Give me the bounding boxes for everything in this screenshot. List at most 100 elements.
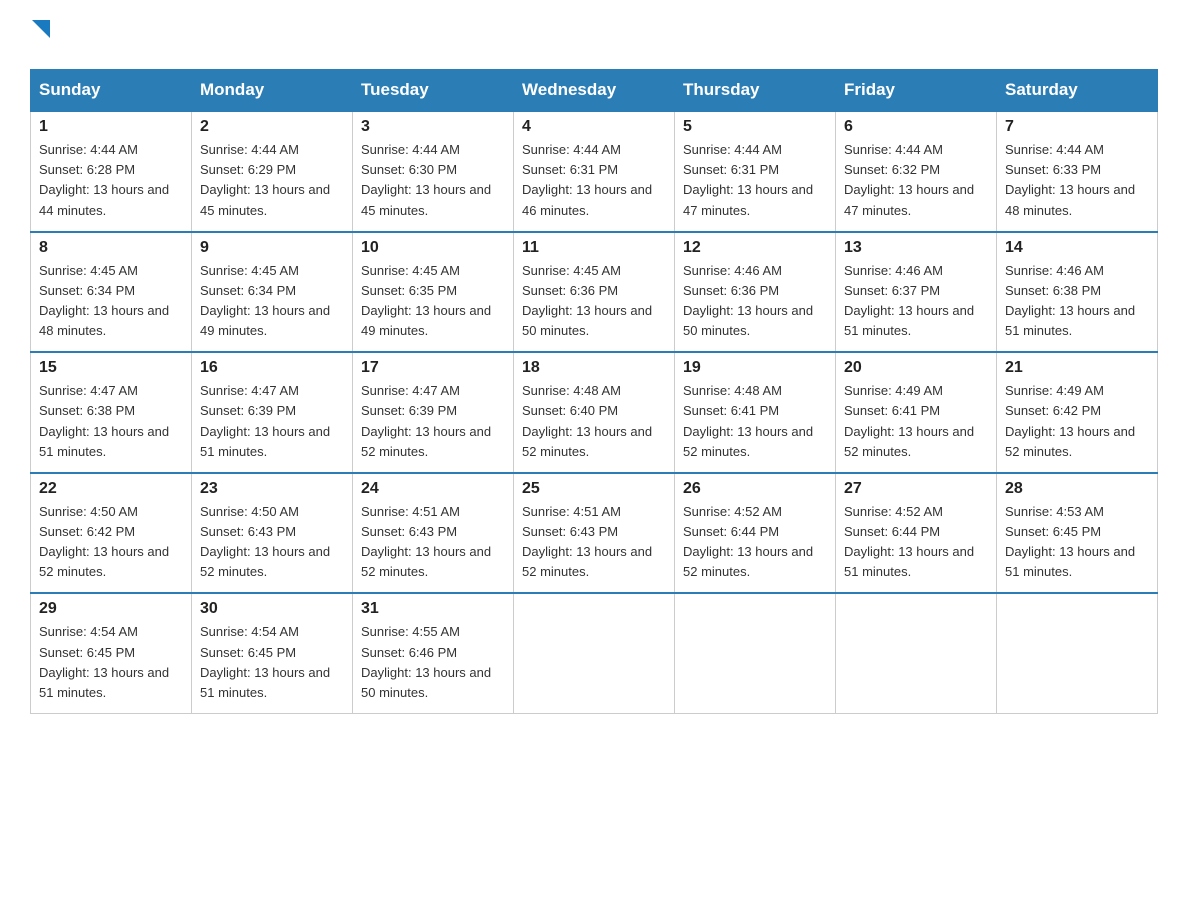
day-info: Sunrise: 4:53 AMSunset: 6:45 PMDaylight:…	[1005, 502, 1149, 583]
calendar-cell	[514, 593, 675, 713]
day-info: Sunrise: 4:46 AMSunset: 6:36 PMDaylight:…	[683, 261, 827, 342]
day-number: 27	[844, 480, 988, 498]
day-number: 7	[1005, 118, 1149, 136]
day-info: Sunrise: 4:48 AMSunset: 6:41 PMDaylight:…	[683, 381, 827, 462]
day-number: 10	[361, 239, 505, 257]
day-info: Sunrise: 4:51 AMSunset: 6:43 PMDaylight:…	[361, 502, 505, 583]
calendar-cell: 16 Sunrise: 4:47 AMSunset: 6:39 PMDayligh…	[192, 352, 353, 473]
day-number: 3	[361, 118, 505, 136]
logo-line2	[30, 20, 54, 49]
day-info: Sunrise: 4:51 AMSunset: 6:43 PMDaylight:…	[522, 502, 666, 583]
day-of-week-header: Friday	[836, 70, 997, 112]
calendar-cell: 14 Sunrise: 4:46 AMSunset: 6:38 PMDayligh…	[997, 232, 1158, 353]
calendar-cell: 3 Sunrise: 4:44 AMSunset: 6:30 PMDaylight…	[353, 111, 514, 232]
calendar-cell: 6 Sunrise: 4:44 AMSunset: 6:32 PMDaylight…	[836, 111, 997, 232]
day-number: 30	[200, 600, 344, 618]
day-number: 22	[39, 480, 183, 498]
day-info: Sunrise: 4:55 AMSunset: 6:46 PMDaylight:…	[361, 622, 505, 703]
day-info: Sunrise: 4:47 AMSunset: 6:39 PMDaylight:…	[361, 381, 505, 462]
calendar-cell: 28Sunrise: 4:53 AMSunset: 6:45 PMDayligh…	[997, 473, 1158, 594]
calendar-cell: 24 Sunrise: 4:51 AMSunset: 6:43 PMDayligh…	[353, 473, 514, 594]
calendar-cell: 4 Sunrise: 4:44 AMSunset: 6:31 PMDaylight…	[514, 111, 675, 232]
day-info: Sunrise: 4:44 AMSunset: 6:33 PMDaylight:…	[1005, 140, 1149, 221]
day-info: Sunrise: 4:44 AMSunset: 6:31 PMDaylight:…	[522, 140, 666, 221]
day-info: Sunrise: 4:45 AMSunset: 6:35 PMDaylight:…	[361, 261, 505, 342]
calendar-cell: 18Sunrise: 4:48 AMSunset: 6:40 PMDayligh…	[514, 352, 675, 473]
day-info: Sunrise: 4:47 AMSunset: 6:38 PMDaylight:…	[39, 381, 183, 462]
day-number: 2	[200, 118, 344, 136]
calendar-cell	[675, 593, 836, 713]
calendar-cell: 21Sunrise: 4:49 AMSunset: 6:42 PMDayligh…	[997, 352, 1158, 473]
calendar-week-row: 15Sunrise: 4:47 AMSunset: 6:38 PMDayligh…	[31, 352, 1158, 473]
day-number: 24	[361, 480, 505, 498]
day-of-week-header: Wednesday	[514, 70, 675, 112]
calendar-cell: 12 Sunrise: 4:46 AMSunset: 6:36 PMDayligh…	[675, 232, 836, 353]
calendar-cell: 5 Sunrise: 4:44 AMSunset: 6:31 PMDaylight…	[675, 111, 836, 232]
day-info: Sunrise: 4:45 AMSunset: 6:36 PMDaylight:…	[522, 261, 666, 342]
day-number: 13	[844, 239, 988, 257]
calendar-cell: 27 Sunrise: 4:52 AMSunset: 6:44 PMDayligh…	[836, 473, 997, 594]
day-of-week-header: Sunday	[31, 70, 192, 112]
calendar-cell: 11 Sunrise: 4:45 AMSunset: 6:36 PMDayligh…	[514, 232, 675, 353]
logo	[30, 20, 54, 49]
day-number: 5	[683, 118, 827, 136]
day-of-week-header: Thursday	[675, 70, 836, 112]
day-info: Sunrise: 4:52 AMSunset: 6:44 PMDaylight:…	[683, 502, 827, 583]
day-info: Sunrise: 4:44 AMSunset: 6:30 PMDaylight:…	[361, 140, 505, 221]
calendar-cell: 8 Sunrise: 4:45 AMSunset: 6:34 PMDaylight…	[31, 232, 192, 353]
day-info: Sunrise: 4:47 AMSunset: 6:39 PMDaylight:…	[200, 381, 344, 462]
calendar-cell: 25 Sunrise: 4:51 AMSunset: 6:43 PMDayligh…	[514, 473, 675, 594]
calendar-week-row: 8 Sunrise: 4:45 AMSunset: 6:34 PMDaylight…	[31, 232, 1158, 353]
calendar-cell: 10 Sunrise: 4:45 AMSunset: 6:35 PMDayligh…	[353, 232, 514, 353]
day-info: Sunrise: 4:49 AMSunset: 6:42 PMDaylight:…	[1005, 381, 1149, 462]
calendar-week-row: 29 Sunrise: 4:54 AMSunset: 6:45 PMDayligh…	[31, 593, 1158, 713]
page-header	[30, 20, 1158, 49]
day-number: 14	[1005, 239, 1149, 257]
calendar-cell: 26 Sunrise: 4:52 AMSunset: 6:44 PMDayligh…	[675, 473, 836, 594]
day-number: 31	[361, 600, 505, 618]
day-number: 4	[522, 118, 666, 136]
calendar-cell: 13 Sunrise: 4:46 AMSunset: 6:37 PMDayligh…	[836, 232, 997, 353]
day-info: Sunrise: 4:44 AMSunset: 6:29 PMDaylight:…	[200, 140, 344, 221]
day-number: 26	[683, 480, 827, 498]
calendar-week-row: 22 Sunrise: 4:50 AMSunset: 6:42 PMDayligh…	[31, 473, 1158, 594]
day-of-week-header: Monday	[192, 70, 353, 112]
day-number: 25	[522, 480, 666, 498]
calendar-header-row: SundayMondayTuesdayWednesdayThursdayFrid…	[31, 70, 1158, 112]
calendar-cell: 23Sunrise: 4:50 AMSunset: 6:43 PMDayligh…	[192, 473, 353, 594]
calendar-cell: 22 Sunrise: 4:50 AMSunset: 6:42 PMDayligh…	[31, 473, 192, 594]
day-number: 1	[39, 118, 183, 136]
day-number: 9	[200, 239, 344, 257]
calendar-cell: 17 Sunrise: 4:47 AMSunset: 6:39 PMDayligh…	[353, 352, 514, 473]
calendar-cell: 7 Sunrise: 4:44 AMSunset: 6:33 PMDaylight…	[997, 111, 1158, 232]
calendar-cell	[836, 593, 997, 713]
day-number: 11	[522, 239, 666, 257]
day-info: Sunrise: 4:44 AMSunset: 6:31 PMDaylight:…	[683, 140, 827, 221]
day-number: 19	[683, 359, 827, 377]
day-number: 16	[200, 359, 344, 377]
day-number: 18	[522, 359, 666, 377]
day-info: Sunrise: 4:50 AMSunset: 6:42 PMDaylight:…	[39, 502, 183, 583]
day-number: 29	[39, 600, 183, 618]
day-info: Sunrise: 4:50 AMSunset: 6:43 PMDaylight:…	[200, 502, 344, 583]
calendar-cell: 9Sunrise: 4:45 AMSunset: 6:34 PMDaylight…	[192, 232, 353, 353]
day-info: Sunrise: 4:46 AMSunset: 6:37 PMDaylight:…	[844, 261, 988, 342]
day-number: 6	[844, 118, 988, 136]
calendar-week-row: 1 Sunrise: 4:44 AMSunset: 6:28 PMDaylight…	[31, 111, 1158, 232]
day-of-week-header: Tuesday	[353, 70, 514, 112]
day-info: Sunrise: 4:49 AMSunset: 6:41 PMDaylight:…	[844, 381, 988, 462]
calendar-cell: 15Sunrise: 4:47 AMSunset: 6:38 PMDayligh…	[31, 352, 192, 473]
day-number: 12	[683, 239, 827, 257]
day-info: Sunrise: 4:52 AMSunset: 6:44 PMDaylight:…	[844, 502, 988, 583]
day-info: Sunrise: 4:44 AMSunset: 6:28 PMDaylight:…	[39, 140, 183, 221]
day-info: Sunrise: 4:46 AMSunset: 6:38 PMDaylight:…	[1005, 261, 1149, 342]
logo-arrow-icon	[32, 20, 54, 49]
day-info: Sunrise: 4:54 AMSunset: 6:45 PMDaylight:…	[200, 622, 344, 703]
day-info: Sunrise: 4:44 AMSunset: 6:32 PMDaylight:…	[844, 140, 988, 221]
day-number: 8	[39, 239, 183, 257]
calendar-table: SundayMondayTuesdayWednesdayThursdayFrid…	[30, 69, 1158, 714]
day-info: Sunrise: 4:54 AMSunset: 6:45 PMDaylight:…	[39, 622, 183, 703]
calendar-cell: 1 Sunrise: 4:44 AMSunset: 6:28 PMDaylight…	[31, 111, 192, 232]
day-info: Sunrise: 4:45 AMSunset: 6:34 PMDaylight:…	[39, 261, 183, 342]
day-number: 17	[361, 359, 505, 377]
